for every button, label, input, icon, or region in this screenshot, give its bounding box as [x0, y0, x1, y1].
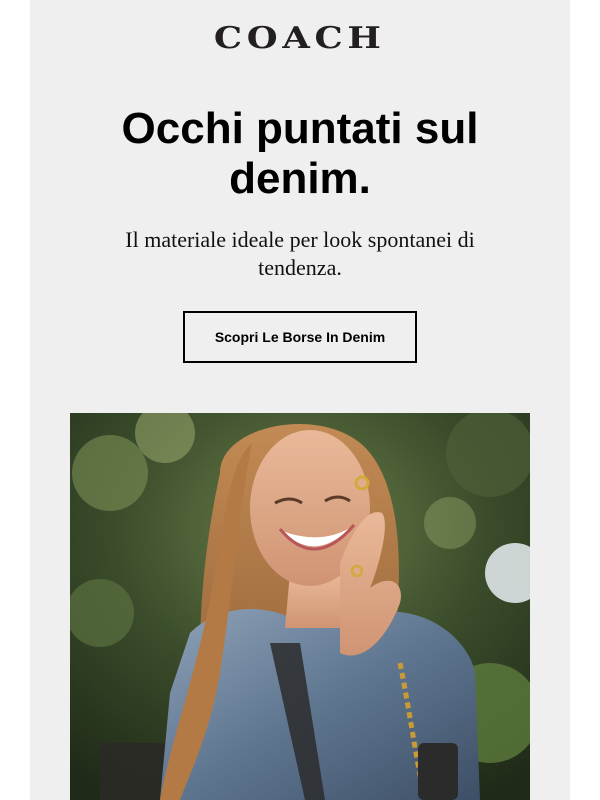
page: COACH Occhi puntati sul denim. Il materi… — [0, 0, 600, 800]
headline: Occhi puntati sul denim. — [121, 104, 479, 203]
subheadline: Il materiale ideale per look spontanei d… — [125, 227, 475, 280]
brand-logo[interactable]: COACH — [30, 20, 570, 58]
email-container: COACH Occhi puntati sul denim. Il materi… — [30, 0, 570, 800]
brand-logo-text: COACH — [214, 21, 386, 56]
shop-denim-bags-button[interactable]: Scopri Le Borse In Denim — [183, 311, 417, 363]
hero-photo-illustration — [70, 413, 530, 800]
hero-image[interactable] — [70, 413, 530, 800]
